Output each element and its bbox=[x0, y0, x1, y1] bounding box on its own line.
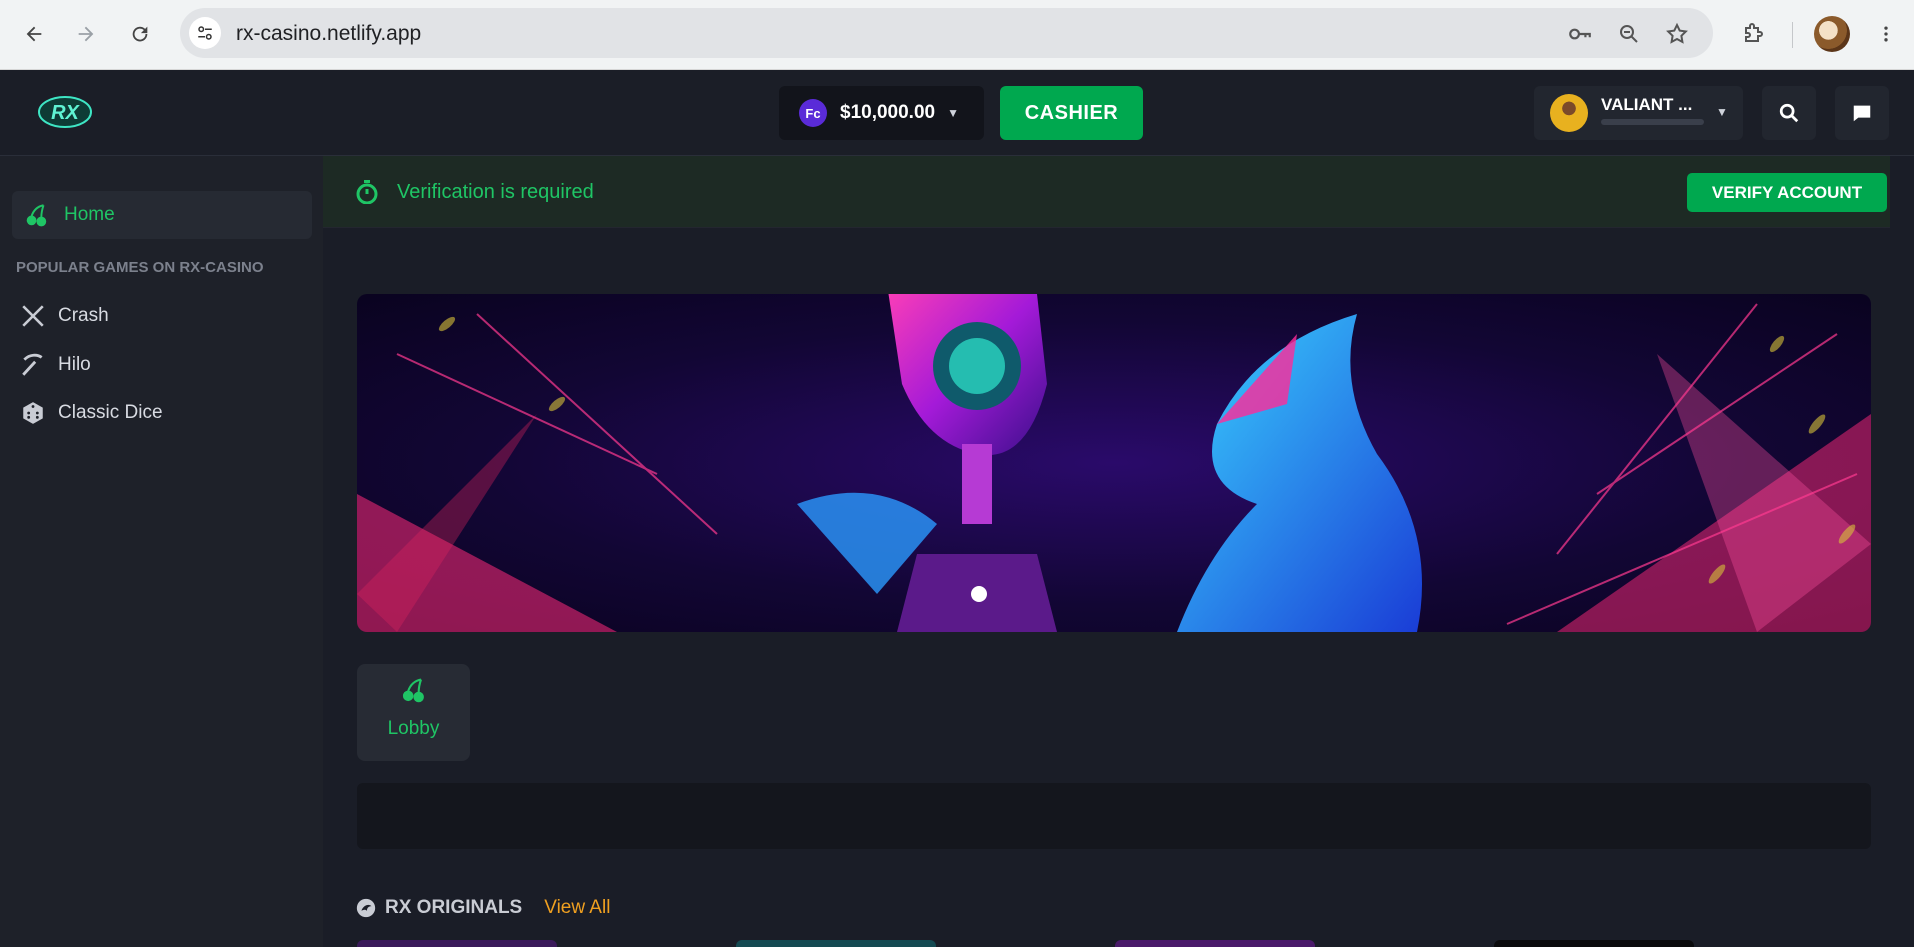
verification-banner: Verification is required VERIFY ACCOUNT bbox=[323, 156, 1890, 228]
chat-icon bbox=[1853, 105, 1871, 122]
game-card[interactable] bbox=[1494, 940, 1694, 947]
level-progress-bar bbox=[1601, 119, 1704, 125]
user-menu[interactable]: VALIANT ... ▼ bbox=[1534, 86, 1743, 140]
sidebar-item-classic-dice[interactable]: Classic Dice bbox=[20, 393, 310, 433]
lobby-tab[interactable]: Lobby bbox=[357, 664, 470, 761]
sidebar-item-home[interactable]: Home bbox=[12, 191, 312, 239]
forward-arrow-icon bbox=[78, 26, 94, 42]
search-button[interactable] bbox=[1762, 86, 1816, 140]
address-bar[interactable]: rx-casino.netlify.app bbox=[180, 8, 1713, 58]
verification-text: Verification is required bbox=[397, 181, 594, 203]
bookmark-star-icon[interactable] bbox=[1664, 21, 1690, 47]
sidebar: Home POPULAR GAMES ON RX-CASINO Crash Hi… bbox=[0, 156, 323, 947]
pickaxe-icon bbox=[22, 353, 43, 376]
chat-button[interactable] bbox=[1835, 86, 1889, 140]
tune-icon bbox=[198, 26, 212, 40]
game-card[interactable] bbox=[736, 940, 936, 947]
verify-account-button[interactable]: VERIFY ACCOUNT bbox=[1687, 173, 1887, 212]
page-scrollbar-track[interactable] bbox=[1890, 156, 1914, 947]
section-title: RX ORIGINALS bbox=[385, 897, 523, 918]
dice-icon bbox=[23, 402, 43, 424]
site-info-button[interactable] bbox=[189, 17, 221, 49]
sidebar-section-heading: POPULAR GAMES ON RX-CASINO bbox=[16, 259, 264, 276]
lobby-label: Lobby bbox=[387, 718, 440, 739]
password-key-icon[interactable] bbox=[1567, 21, 1593, 47]
sidebar-item-crash[interactable]: Crash bbox=[20, 296, 310, 336]
rx-logo[interactable]: RX bbox=[36, 92, 94, 132]
avatar bbox=[1550, 94, 1588, 132]
reload-icon bbox=[132, 26, 148, 42]
game-card[interactable] bbox=[1115, 940, 1315, 947]
chevron-down-icon: ▼ bbox=[947, 106, 959, 120]
stopwatch-icon bbox=[356, 180, 378, 204]
hero-banner-image[interactable] bbox=[357, 294, 1871, 632]
extensions-icon[interactable] bbox=[1735, 16, 1771, 52]
sidebar-item-label: Home bbox=[64, 204, 115, 225]
back-arrow-icon bbox=[26, 26, 42, 42]
url-text[interactable]: rx-casino.netlify.app bbox=[236, 22, 421, 46]
balance-amount: $10,000.00 bbox=[840, 102, 936, 123]
balance-selector[interactable]: Fc $10,000.00 ▼ bbox=[779, 86, 984, 140]
sidebar-item-label: Classic Dice bbox=[58, 402, 163, 423]
toolbar-divider bbox=[1792, 22, 1793, 48]
username: VALIANT ... bbox=[1601, 95, 1693, 114]
chevron-down-icon: ▼ bbox=[1716, 105, 1728, 119]
sidebar-item-hilo[interactable]: Hilo bbox=[20, 345, 310, 385]
dragon-logo-icon bbox=[356, 898, 376, 918]
forward-button[interactable] bbox=[64, 12, 108, 56]
zoom-icon[interactable] bbox=[1616, 21, 1642, 47]
search-icon bbox=[1779, 103, 1799, 123]
reload-button[interactable] bbox=[118, 12, 162, 56]
browser-profile-avatar[interactable] bbox=[1814, 16, 1850, 52]
svg-text:RX: RX bbox=[51, 102, 80, 124]
sidebar-item-label: Crash bbox=[58, 305, 109, 326]
cherries-icon bbox=[26, 204, 47, 227]
games-filter-bar bbox=[357, 783, 1871, 849]
browser-toolbar: rx-casino.netlify.app bbox=[0, 0, 1914, 70]
site-header: RX Fc $10,000.00 ▼ CASHIER VALIANT ... ▼ bbox=[0, 70, 1914, 156]
cashier-button[interactable]: CASHIER bbox=[1000, 86, 1143, 140]
game-card[interactable] bbox=[357, 940, 557, 947]
view-all-link[interactable]: View All bbox=[544, 897, 610, 919]
sidebar-item-label: Hilo bbox=[58, 354, 91, 375]
cherries-icon bbox=[402, 678, 424, 703]
browser-menu-icon[interactable] bbox=[1868, 16, 1904, 52]
back-button[interactable] bbox=[12, 12, 56, 56]
coin-icon: Fc bbox=[799, 99, 827, 127]
swords-icon bbox=[22, 305, 44, 327]
rx-originals-header: RX ORIGINALS View All bbox=[355, 897, 610, 919]
